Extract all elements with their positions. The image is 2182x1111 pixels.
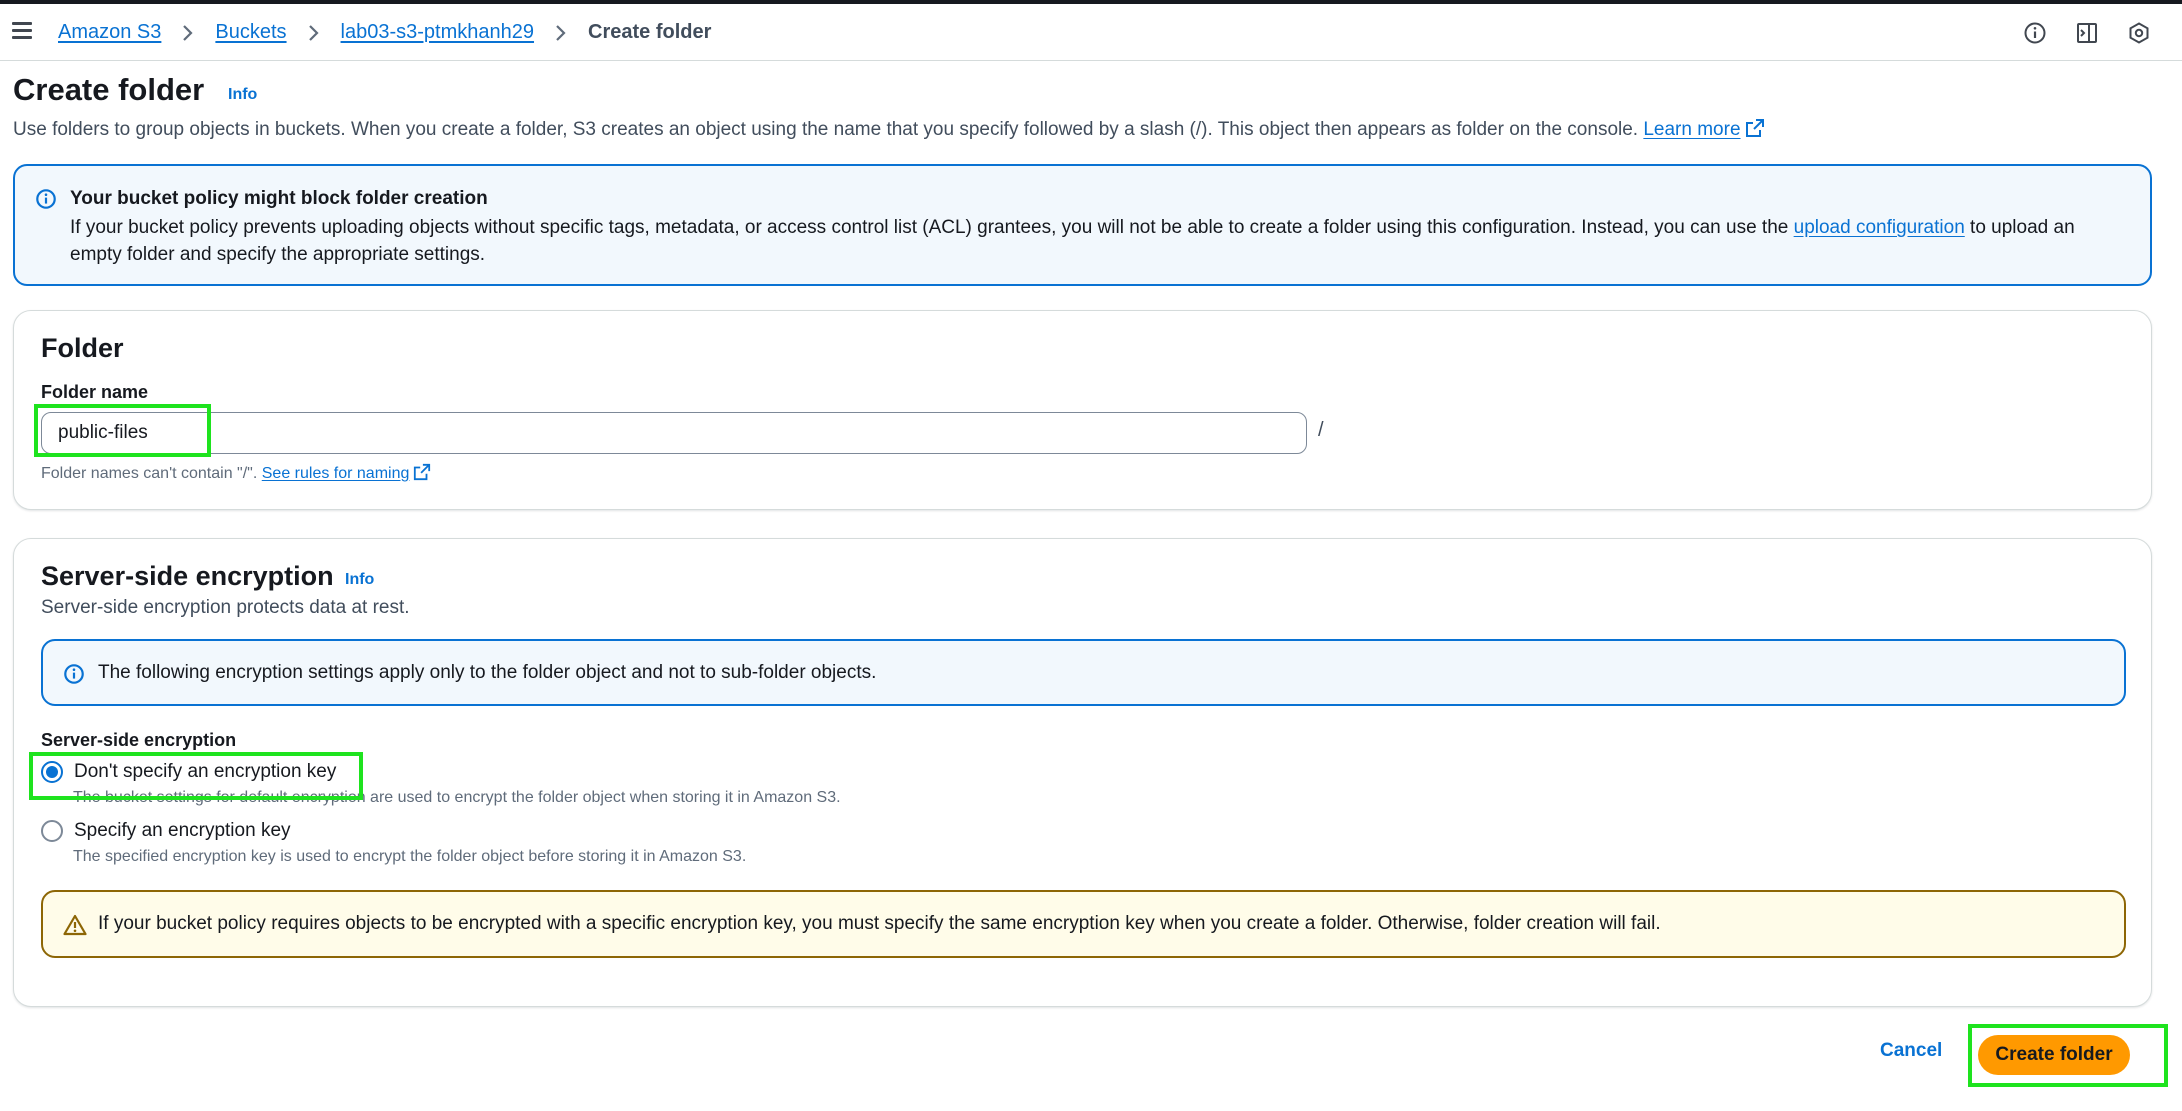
- radio-option-label[interactable]: Don't specify an encryption key: [74, 761, 336, 783]
- create-folder-button[interactable]: Create folder: [1978, 1035, 2130, 1075]
- folder-name-input[interactable]: [41, 412, 1307, 454]
- chevron-right-icon: [173, 22, 203, 44]
- upload-configuration-link[interactable]: upload configuration: [1794, 217, 1965, 238]
- radio-button-checked[interactable]: [41, 761, 63, 783]
- page-description: Use folders to group objects in buckets.…: [13, 118, 1765, 144]
- chevron-right-icon: [546, 22, 576, 44]
- encryption-section: Server-side encryption Info Server-side …: [13, 538, 2152, 1007]
- encryption-section-title: Server-side encryption: [41, 561, 334, 591]
- naming-rules-link[interactable]: See rules for naming: [262, 465, 410, 482]
- external-link-icon: [1745, 118, 1765, 144]
- top-navigation-bar: Amazon S3 Buckets lab03-s3-ptmkhanh29 Cr…: [0, 4, 2182, 61]
- info-circle-icon[interactable]: [2022, 20, 2048, 46]
- encryption-scope-alert-text: The following encryption settings apply …: [98, 662, 877, 683]
- radio-option-description: The specified encryption key is used to …: [73, 848, 747, 865]
- breadcrumb: Amazon S3 Buckets lab03-s3-ptmkhanh29 Cr…: [58, 21, 711, 44]
- policy-alert-text-before: If your bucket policy prevents uploading…: [70, 217, 1789, 238]
- folder-section: Folder Folder name / Folder names can't …: [13, 310, 2152, 510]
- settings-hex-icon[interactable]: [2126, 20, 2152, 46]
- breadcrumb-current: Create folder: [588, 21, 712, 43]
- folder-section-title: Folder: [41, 333, 124, 363]
- radio-option-specify-key[interactable]: Specify an encryption key: [41, 820, 291, 842]
- encryption-warning-text: If your bucket policy requires objects t…: [98, 913, 1661, 934]
- external-link-icon: [413, 463, 431, 486]
- breadcrumb-bucket-name[interactable]: lab03-s3-ptmkhanh29: [341, 21, 534, 44]
- breadcrumb-buckets[interactable]: Buckets: [215, 21, 286, 44]
- bucket-policy-alert: Your bucket policy might block folder cr…: [13, 164, 2152, 286]
- encryption-field-label: Server-side encryption: [41, 730, 237, 750]
- page-title: Create folder: [13, 72, 205, 107]
- radio-option-label[interactable]: Specify an encryption key: [74, 820, 291, 842]
- encryption-scope-alert: The following encryption settings apply …: [41, 639, 2126, 706]
- encryption-description: Server-side encryption protects data at …: [41, 597, 410, 618]
- warning-triangle-icon: [63, 914, 87, 941]
- radio-option-description: The bucket settings for default encrypti…: [73, 789, 841, 806]
- learn-more-link[interactable]: Learn more: [1643, 119, 1740, 140]
- radio-option-no-key[interactable]: Don't specify an encryption key: [41, 761, 336, 783]
- info-circle-icon: [35, 188, 57, 215]
- side-panel-icon[interactable]: [2074, 20, 2100, 46]
- policy-alert-body: If your bucket policy prevents uploading…: [70, 214, 2130, 268]
- title-info-link[interactable]: Info: [228, 86, 257, 104]
- encryption-info-link[interactable]: Info: [345, 571, 374, 589]
- chevron-right-icon: [299, 22, 329, 44]
- folder-name-hint-text: Folder names can't contain "/".: [41, 465, 258, 482]
- cancel-button[interactable]: Cancel: [1880, 1040, 1942, 1062]
- top-toolbar: [2022, 20, 2152, 46]
- folder-name-hint: Folder names can't contain "/". See rule…: [41, 463, 431, 486]
- policy-alert-title: Your bucket policy might block folder cr…: [70, 188, 488, 209]
- encryption-warning-alert: If your bucket policy requires objects t…: [41, 890, 2126, 958]
- menu-icon[interactable]: [12, 22, 32, 40]
- folder-slash-suffix: /: [1318, 419, 1324, 441]
- breadcrumb-amazon-s3[interactable]: Amazon S3: [58, 21, 161, 44]
- folder-name-label: Folder name: [41, 382, 149, 402]
- radio-button[interactable]: [41, 820, 63, 842]
- page-description-text: Use folders to group objects in buckets.…: [13, 119, 1639, 140]
- info-circle-icon: [63, 663, 85, 690]
